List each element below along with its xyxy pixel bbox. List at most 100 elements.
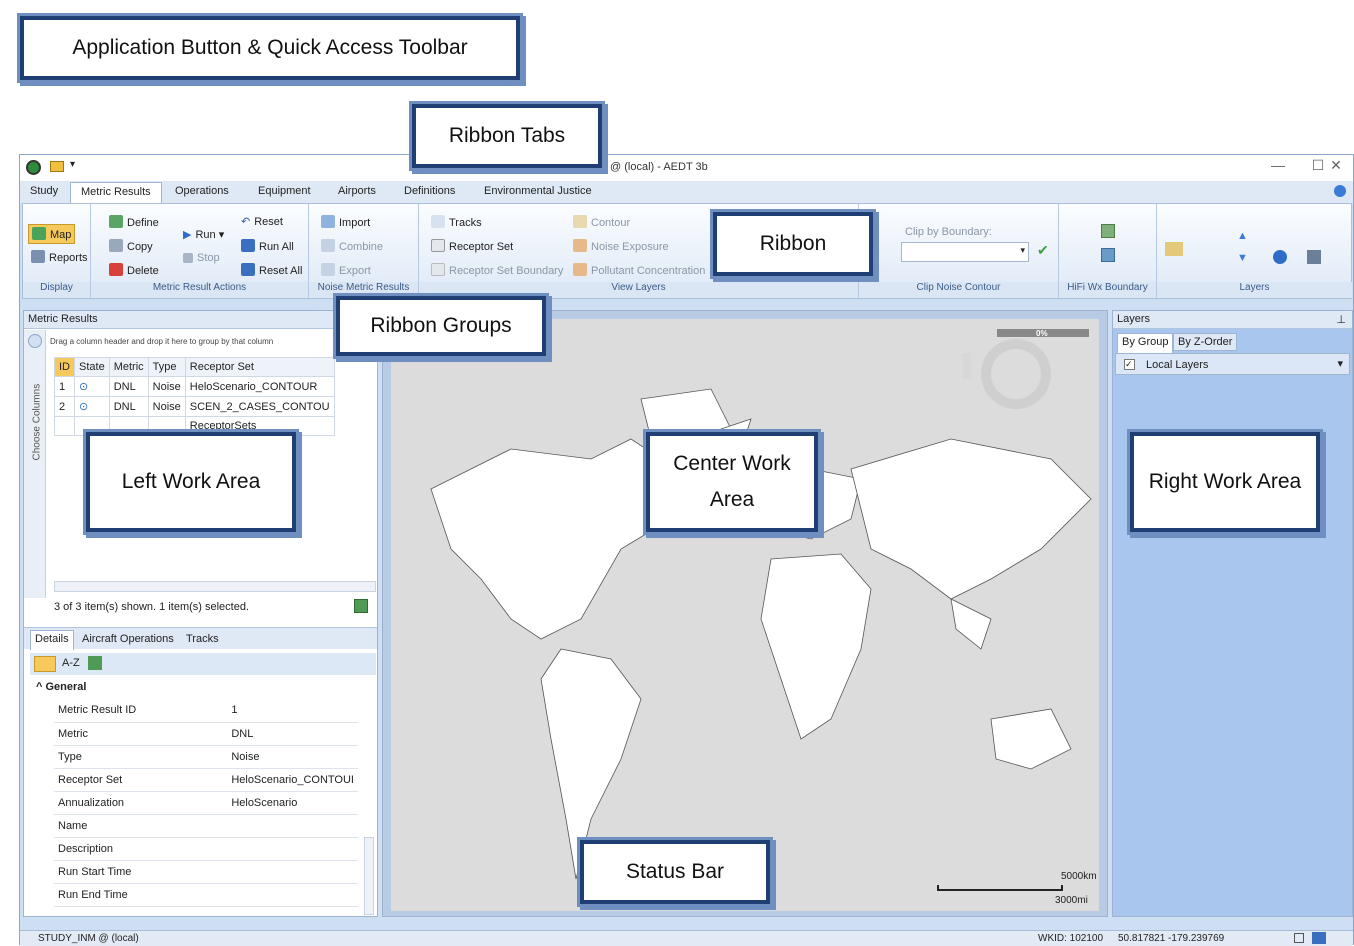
pollutant-button[interactable]: Pollutant Concentration <box>573 263 705 277</box>
property-row[interactable]: Metric DNL <box>54 722 358 746</box>
reports-button[interactable]: Reports <box>31 250 88 264</box>
contour-button[interactable]: Contour <box>573 215 630 229</box>
delete-button[interactable]: Delete <box>109 263 159 277</box>
callout-right-work-area: Right Work Area <box>1130 432 1320 532</box>
combine-button[interactable]: Combine <box>321 239 383 253</box>
property-row[interactable]: Name <box>54 814 358 838</box>
noise-exposure-button[interactable]: Noise Exposure <box>573 239 669 253</box>
tab-metric-results[interactable]: Metric Results <box>70 182 162 204</box>
callout-app-button: Application Button & Quick Access Toolba… <box>20 16 520 80</box>
property-row[interactable]: Type Noise <box>54 745 358 769</box>
tab-operations[interactable]: Operations <box>175 185 229 197</box>
group-noise-results: Import Combine Export Noise Metric Resul… <box>309 204 419 298</box>
world-map-shapes <box>430 388 1092 880</box>
run-button[interactable]: ▶ Run ▾ <box>183 228 224 241</box>
status-study: STUDY_INM @ (local) <box>38 933 139 944</box>
table-row[interactable]: 1 ⊙ DNL Noise HeloScenario_CONTOUR <box>54 376 335 397</box>
col-type[interactable]: Type <box>147 357 186 377</box>
tab-tracks[interactable]: Tracks <box>186 633 219 645</box>
choose-columns-label: Choose Columns <box>31 383 43 461</box>
close-button[interactable]: ✕ <box>1316 157 1354 174</box>
property-row[interactable]: Description <box>54 837 358 861</box>
details-tab-strip: Details Aircraft Operations Tracks <box>24 627 377 650</box>
hifi-show-icon[interactable] <box>1101 224 1115 238</box>
callout-ribbon-groups: Ribbon Groups <box>336 296 546 356</box>
tracks-button[interactable]: Tracks <box>431 215 482 229</box>
export-excel-icon[interactable] <box>354 599 368 613</box>
property-row[interactable]: Run Start Time <box>54 860 358 884</box>
local-layers-checkbox[interactable]: ✓ <box>1124 359 1135 370</box>
define-button[interactable]: Define <box>109 215 159 229</box>
tab-environmental-justice[interactable]: Environmental Justice <box>484 185 592 197</box>
categorized-icon[interactable] <box>34 656 56 672</box>
tab-equipment[interactable]: Equipment <box>258 185 311 197</box>
tab-airports[interactable]: Airports <box>338 185 376 197</box>
general-section-header[interactable]: ^ General <box>36 681 86 693</box>
tab-aircraft-operations[interactable]: Aircraft Operations <box>82 633 174 645</box>
status-layers-icon[interactable] <box>1312 932 1326 944</box>
layer-add-icon[interactable] <box>1165 242 1183 256</box>
map-button[interactable]: Map <box>28 224 76 244</box>
reset-all-button[interactable]: Reset All <box>241 263 302 277</box>
stop-button[interactable]: Stop <box>183 252 220 264</box>
status-list-icon[interactable] <box>1294 933 1304 943</box>
reset-button[interactable]: ↶ Reset <box>241 215 283 228</box>
export-button[interactable]: Export <box>321 263 371 277</box>
help-icon[interactable] <box>1334 185 1346 197</box>
zoom-slider[interactable] <box>963 353 971 379</box>
clip-boundary-select[interactable]: ▾ <box>901 242 1029 262</box>
right-work-area: Layers ⊥ By Group By Z-Order ✓ Local Laye… <box>1112 310 1353 917</box>
choose-columns-bar[interactable]: Choose Columns <box>24 330 46 598</box>
property-row[interactable]: Receptor Set HeloScenario_CONTOUI <box>54 768 358 792</box>
horizontal-scrollbar[interactable] <box>54 581 376 592</box>
sort-az-button[interactable]: A-Z <box>62 657 80 669</box>
quick-access-dropdown-icon[interactable]: ▾ <box>70 159 75 170</box>
tab-definitions[interactable]: Definitions <box>404 185 455 197</box>
tab-study[interactable]: Study <box>30 185 58 197</box>
world-map[interactable]: 0% 5000km 3000mi <box>391 319 1099 911</box>
expand-icon[interactable] <box>28 334 42 348</box>
group-layers: ▲ ▼ Layers <box>1157 204 1352 298</box>
apply-check-icon[interactable]: ✔ <box>1037 242 1049 259</box>
property-export-icon[interactable] <box>88 656 102 670</box>
minimize-button[interactable]: — <box>1258 157 1298 173</box>
status-bar: STUDY_INM @ (local) WKID: 102100 50.8178… <box>20 930 1353 946</box>
application-button-icon[interactable] <box>26 160 41 175</box>
move-up-icon[interactable]: ▲ <box>1237 230 1248 242</box>
pin-icon[interactable]: ⊥ <box>1336 313 1346 326</box>
item-count: 3 of 3 item(s) shown. 1 item(s) selected… <box>54 601 250 613</box>
property-row[interactable]: Annualization HeloScenario <box>54 791 358 815</box>
col-state[interactable]: State <box>74 357 110 377</box>
property-scrollbar[interactable] <box>364 837 374 915</box>
group-metric-actions: Define Copy Delete ▶ Run ▾ Stop ↶ Reset Ru… <box>91 204 309 298</box>
receptor-set-button[interactable]: Receptor Set <box>431 239 513 253</box>
pan-compass-icon[interactable] <box>981 339 1051 409</box>
col-receptor-set[interactable]: Receptor Set <box>184 357 335 377</box>
property-row[interactable]: Metric Result ID 1 <box>54 699 358 723</box>
open-folder-icon[interactable] <box>50 161 64 172</box>
layer-image-icon[interactable] <box>1307 250 1321 264</box>
group-drag-hint: Drag a column header and drop it here to… <box>50 337 274 346</box>
progress-label: 0% <box>1036 329 1048 338</box>
copy-button[interactable]: Copy <box>109 239 153 253</box>
col-id[interactable]: ID <box>54 357 75 377</box>
callout-left-work-area: Left Work Area <box>86 432 296 532</box>
callout-ribbon-tabs: Ribbon Tabs <box>412 104 602 168</box>
import-button[interactable]: Import <box>321 215 370 229</box>
tab-by-z-order[interactable]: By Z-Order <box>1173 333 1238 351</box>
move-down-icon[interactable]: ▼ <box>1237 252 1248 264</box>
chevron-down-icon[interactable]: ▾ <box>1337 357 1343 370</box>
tab-by-group[interactable]: By Group <box>1117 333 1174 353</box>
state-run-icon: ⊙ <box>74 376 110 397</box>
info-icon[interactable] <box>1273 250 1287 264</box>
tab-details[interactable]: Details <box>30 630 74 650</box>
col-metric[interactable]: Metric <box>108 357 149 377</box>
receptor-boundary-button[interactable]: Receptor Set Boundary <box>431 263 563 277</box>
hifi-edit-icon[interactable] <box>1101 248 1115 262</box>
run-all-button[interactable]: Run All <box>241 239 294 253</box>
group-clip-contour: Clip by Boundary: ▾ ✔ Clip Noise Contour <box>859 204 1059 298</box>
table-row[interactable]: 2 ⊙ DNL Noise SCEN_2_CASES_CONTOU <box>54 396 335 417</box>
local-layers-row[interactable]: ✓ Local Layers ▾ <box>1115 353 1350 375</box>
table-header-row: ID State Metric Type Receptor Set <box>54 357 335 377</box>
property-row[interactable]: Run End Time <box>54 883 358 907</box>
